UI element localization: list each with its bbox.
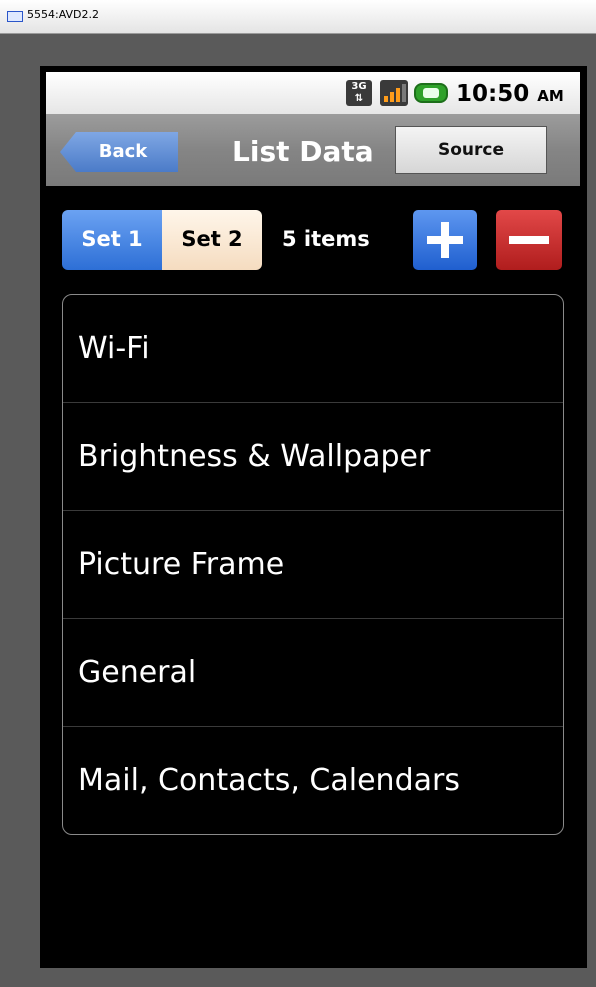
network-3g-icon: 3G ⇅ xyxy=(346,80,372,106)
signal-icon xyxy=(380,80,408,106)
status-bar: 3G ⇅ 10:50 AM xyxy=(46,72,580,114)
list-item-mail-contacts-calendars[interactable]: Mail, Contacts, Calendars xyxy=(63,727,563,834)
window-icon xyxy=(7,11,23,22)
page-title: List Data xyxy=(232,135,374,168)
minus-icon xyxy=(509,236,549,244)
status-time: 10:50 AM xyxy=(456,80,580,108)
window-title: 5554:AVD2.2 xyxy=(27,8,100,21)
list-item-picture-frame[interactable]: Picture Frame xyxy=(63,511,563,619)
list-item-general[interactable]: General xyxy=(63,619,563,727)
add-item-button[interactable] xyxy=(413,210,477,270)
source-button[interactable]: Source xyxy=(395,126,547,174)
settings-list: Wi-Fi Brightness & Wallpaper Picture Fra… xyxy=(62,294,564,835)
back-button[interactable]: Back xyxy=(60,132,178,172)
list-item-wifi[interactable]: Wi-Fi xyxy=(63,295,563,403)
battery-icon xyxy=(414,83,448,103)
status-time-ampm: AM xyxy=(537,87,564,105)
navigation-bar: Back List Data Source xyxy=(46,114,580,186)
network-3g-label: 3G xyxy=(351,81,367,92)
item-count-label: 5 items xyxy=(282,227,370,251)
emulator-title-bar: 5554:AVD2.2 xyxy=(0,0,596,34)
list-item-brightness-wallpaper[interactable]: Brightness & Wallpaper xyxy=(63,403,563,511)
remove-item-button[interactable] xyxy=(496,210,562,270)
segment-set-1[interactable]: Set 1 xyxy=(62,210,162,270)
segment-set-2[interactable]: Set 2 xyxy=(162,210,262,270)
device-screen: 3G ⇅ 10:50 AM Back List Data Source Set 1… xyxy=(40,66,587,968)
status-time-value: 10:50 xyxy=(456,81,530,107)
